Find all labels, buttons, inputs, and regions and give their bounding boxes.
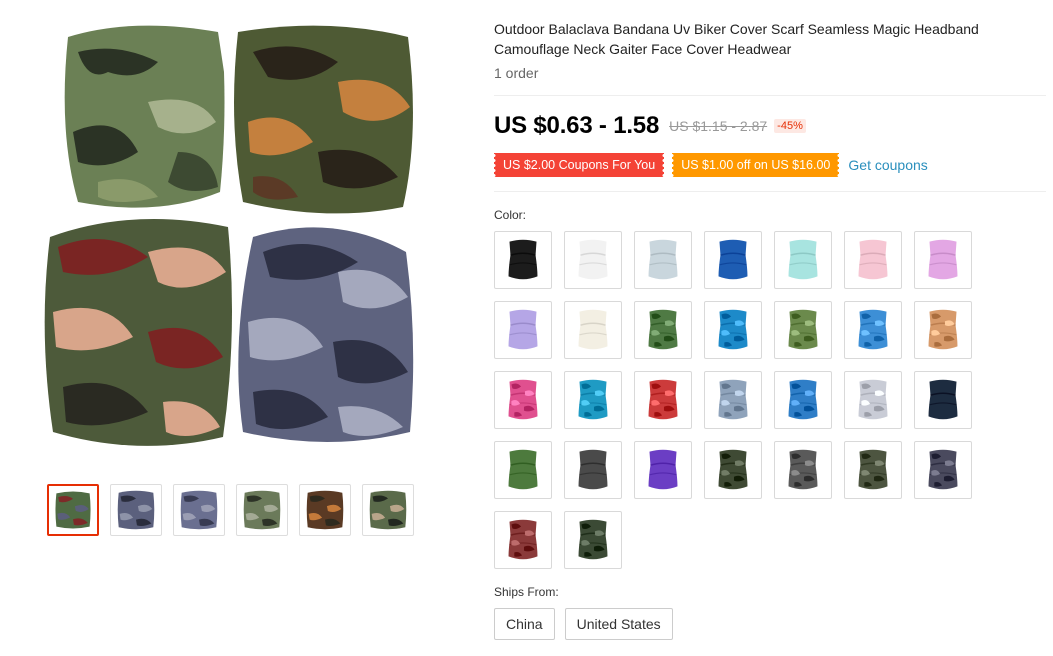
thumbnail-strip [47,484,414,536]
color-swatch-18[interactable] [704,371,762,429]
color-swatch-12[interactable] [774,301,832,359]
color-swatch-17[interactable] [634,371,692,429]
color-swatch-2[interactable] [564,231,622,289]
color-swatch-8[interactable] [494,301,552,359]
gaiter-brown-camo [234,25,413,214]
color-swatch-24[interactable] [634,441,692,499]
current-price: US $0.63 - 1.58 [494,112,660,139]
color-swatch-27[interactable] [844,441,902,499]
color-swatch-3[interactable] [634,231,692,289]
color-swatch-13[interactable] [844,301,902,359]
divider [494,191,1046,192]
color-swatch-5[interactable] [774,231,832,289]
main-product-image[interactable] [38,12,438,462]
color-swatch-14[interactable] [914,301,972,359]
color-swatch-21[interactable] [914,371,972,429]
color-swatch-20[interactable] [844,371,902,429]
order-count: 1 order [494,65,539,81]
thumbnail-3[interactable] [173,484,225,536]
color-swatch-15[interactable] [494,371,552,429]
color-swatch-22[interactable] [494,441,552,499]
color-swatch-9[interactable] [564,301,622,359]
color-swatch-30[interactable] [564,511,622,569]
color-swatch-26[interactable] [774,441,832,499]
ships-from-label: Ships From: [494,585,559,599]
product-title: Outdoor Balaclava Bandana Uv Biker Cover… [494,21,979,57]
price-row: US $0.63 - 1.58 US $1.15 - 2.87 -45% [494,112,806,140]
color-swatch-19[interactable] [774,371,832,429]
thumbnail-1[interactable] [47,484,99,536]
color-swatch-11[interactable] [704,301,762,359]
thumbnail-6[interactable] [362,484,414,536]
color-swatch-29[interactable] [494,511,552,569]
thumbnail-2[interactable] [110,484,162,536]
gaiter-green-camo [64,25,225,208]
ship-option-united-states[interactable]: United States [564,608,673,640]
store-coupon[interactable]: US $2.00 Coupons For You [491,153,667,177]
original-price: US $1.15 - 2.87 [669,118,768,134]
color-swatch-28[interactable] [914,441,972,499]
thumbnail-5[interactable] [299,484,351,536]
gaiter-blue-camo [238,227,414,442]
coupon-row: US $2.00 Coupons For You US $1.00 off on… [491,153,928,177]
thumbnail-4[interactable] [236,484,288,536]
gaiter-red-camo [44,219,232,446]
color-swatch-10[interactable] [634,301,692,359]
ship-option-china[interactable]: China [494,608,555,640]
color-label: Color: [494,208,527,222]
color-swatch-6[interactable] [844,231,902,289]
color-swatch-25[interactable] [704,441,762,499]
color-swatch-4[interactable] [704,231,762,289]
discount-badge: -45% [774,119,806,133]
select-coupon[interactable]: US $1.00 off on US $16.00 [670,153,842,177]
color-swatch-7[interactable] [914,231,972,289]
divider [494,95,1046,96]
get-coupons-link[interactable]: Get coupons [848,157,927,173]
color-swatch-1[interactable] [494,231,552,289]
color-swatch-16[interactable] [564,371,622,429]
ships-from-options: China United States [494,608,673,640]
color-swatch-23[interactable] [564,441,622,499]
